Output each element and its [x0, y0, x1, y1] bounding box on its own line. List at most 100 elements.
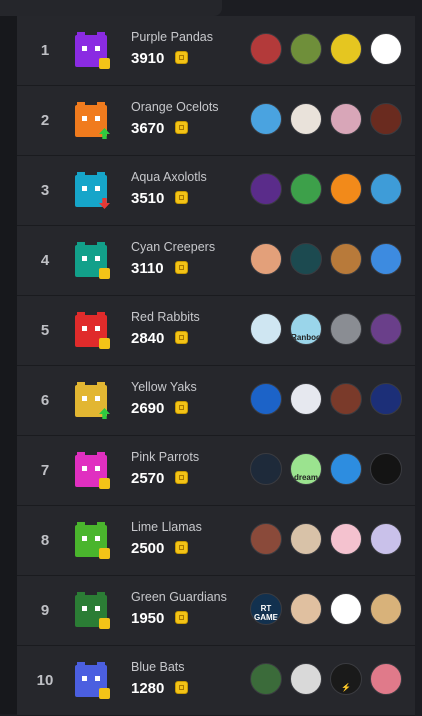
blue-creature-avatar[interactable] [330, 453, 362, 485]
green-tint-avatar[interactable] [250, 663, 282, 695]
avatar-text: ⚡ [341, 683, 351, 692]
player-avatars: Ranboo [250, 313, 410, 347]
bw-face-avatar[interactable] [290, 663, 322, 695]
team-score: 2500 [131, 540, 165, 557]
team-name: Cyan Creepers [131, 240, 216, 254]
rainbow-avatar[interactable] [250, 103, 282, 135]
team-name: Yellow Yaks [131, 380, 197, 394]
green-cube-avatar[interactable] [370, 33, 402, 65]
leaderboard-row[interactable]: 4 Cyan Creepers 3110 [17, 226, 415, 296]
team-score: 2840 [131, 330, 165, 347]
rank-number: 10 [36, 672, 54, 689]
leaderboard-row[interactable]: 7 Pink Parrots 2570 dream [17, 436, 415, 506]
leaderboard-row[interactable]: 2 Orange Ocelots 3670 [17, 86, 415, 156]
team-score: 3510 [131, 190, 165, 207]
player-avatars [250, 103, 410, 137]
team-name: Aqua Axolotls [131, 170, 207, 184]
leaderboard-row[interactable]: 9 Green Guardians 1950 RT GAME [17, 576, 415, 646]
beard-avatar[interactable] [290, 593, 322, 625]
avatar-text: dream [293, 473, 318, 482]
team-score: 3670 [131, 120, 165, 137]
player-avatars: ⚡ [250, 663, 410, 697]
rank-down-icon [99, 198, 110, 209]
red-eyes-avatar[interactable] [250, 453, 282, 485]
white-hair-avatar[interactable] [290, 103, 322, 135]
leaderboard-row[interactable]: 6 Yellow Yaks 2690 [17, 366, 415, 436]
black-mask-avatar[interactable] [370, 453, 402, 485]
sponge-avatar[interactable] [330, 33, 362, 65]
team-score: 2570 [131, 470, 165, 487]
rank-number: 1 [40, 42, 50, 59]
team-icon [75, 522, 110, 559]
creature-avatar[interactable] [330, 243, 362, 275]
lightning-avatar[interactable]: ⚡ [330, 663, 362, 695]
red-mask-avatar[interactable] [370, 383, 402, 415]
rank-same-icon [99, 548, 110, 559]
team-name: Orange Ocelots [131, 100, 219, 114]
coin-icon [175, 681, 189, 694]
leaderboard: 1 Purple Pandas 3910 2 Orange Ocelots 3670 3 Aq… [17, 16, 415, 716]
coin-icon [175, 51, 189, 64]
team-icon [75, 312, 110, 349]
red-drop-avatar[interactable] [330, 593, 362, 625]
brown-hair-avatar[interactable] [370, 173, 402, 205]
avatar-text: RT GAME [254, 604, 278, 622]
smile-avatar[interactable] [250, 523, 282, 555]
team-icon [75, 662, 110, 699]
rank-same-icon [99, 618, 110, 629]
anime-avatar[interactable] [250, 243, 282, 275]
rank-same-icon [99, 688, 110, 699]
player-avatars [250, 383, 410, 417]
blonde-avatar[interactable] [250, 313, 282, 345]
orange-fox-avatar[interactable] [330, 173, 362, 205]
coin-icon [175, 401, 189, 414]
team-icon [75, 592, 110, 629]
dark-brown-avatar[interactable] [370, 103, 402, 135]
glasses-avatar[interactable] [370, 523, 402, 555]
team-icon [75, 32, 110, 69]
green-shirt-avatar[interactable] [290, 33, 322, 65]
leaderboard-row[interactable]: 10 Blue Bats 1280 ⚡ [17, 646, 415, 716]
teal-glow-avatar[interactable] [290, 243, 322, 275]
team-icon [75, 242, 110, 279]
red-hood-avatar[interactable] [250, 33, 282, 65]
player-avatars [250, 173, 410, 207]
blue-sky-avatar[interactable] [370, 243, 402, 275]
coin-icon [175, 541, 189, 554]
coin-icon [175, 261, 189, 274]
coin-icon [175, 121, 189, 134]
leaderboard-row[interactable]: 3 Aqua Axolotls 3510 [17, 156, 415, 226]
ranboo-avatar[interactable]: Ranboo [290, 313, 322, 345]
team-name: Green Guardians [131, 590, 227, 604]
rt-game-avatar[interactable]: RT GAME [250, 593, 282, 625]
dream-avatar[interactable]: dream [290, 453, 322, 485]
purple-face-avatar[interactable] [370, 313, 402, 345]
brown-cap-avatar[interactable] [330, 383, 362, 415]
pink-bunny-avatar[interactable] [330, 523, 362, 555]
rank-number: 4 [40, 252, 50, 269]
c-logo-avatar[interactable] [290, 383, 322, 415]
doge-avatar[interactable] [370, 593, 402, 625]
cat-avatar[interactable] [290, 173, 322, 205]
player-avatars [250, 523, 410, 557]
red-hair-avatar[interactable] [370, 663, 402, 695]
leaderboard-row[interactable]: 1 Purple Pandas 3910 [17, 16, 415, 86]
rank-number: 9 [40, 602, 50, 619]
team-name: Purple Pandas [131, 30, 214, 44]
team-name: Red Rabbits [131, 310, 200, 324]
purple-bot-avatar[interactable] [250, 173, 282, 205]
rank-up-icon [99, 408, 110, 419]
rank-same-icon [99, 58, 110, 69]
pink-avatar[interactable] [330, 103, 362, 135]
avatar-text: Ranboo [291, 333, 321, 342]
player-avatars [250, 33, 410, 67]
leaderboard-row[interactable]: 5 Red Rabbits 2840 Ranboo [17, 296, 415, 366]
rank-same-icon [99, 338, 110, 349]
s-logo-avatar[interactable] [250, 383, 282, 415]
gray-face-avatar[interactable] [330, 313, 362, 345]
leaderboard-row[interactable]: 8 Lime Llamas 2500 [17, 506, 415, 576]
man-avatar[interactable] [290, 523, 322, 555]
team-icon [75, 172, 110, 209]
left-strip [0, 0, 17, 714]
team-score: 1950 [131, 610, 165, 627]
